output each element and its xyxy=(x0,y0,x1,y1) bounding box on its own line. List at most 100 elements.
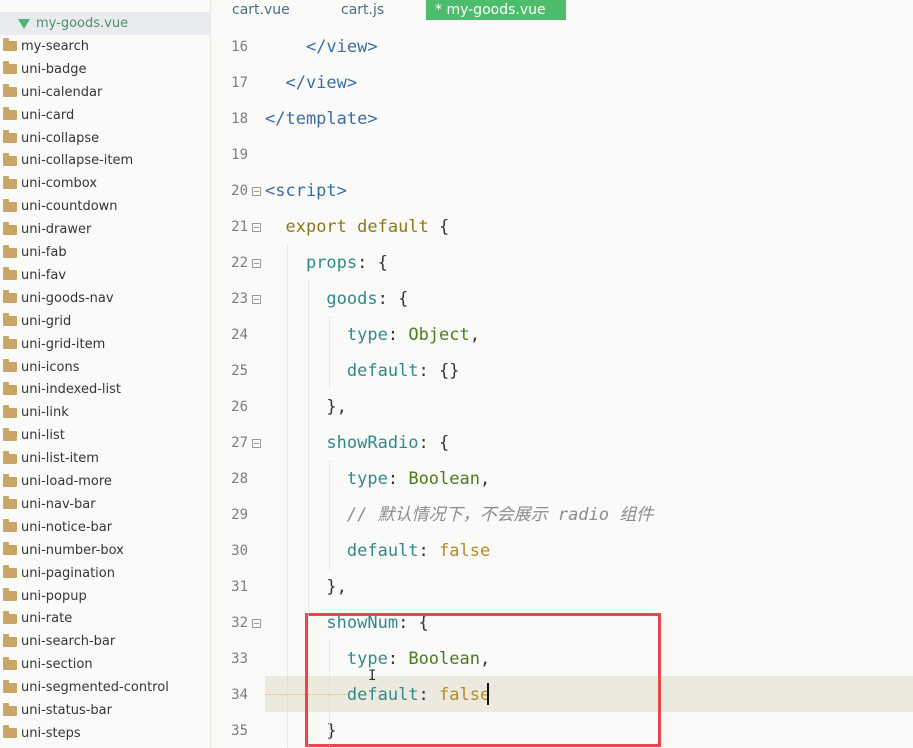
fold-toggle-icon[interactable] xyxy=(252,295,261,304)
folder-icon xyxy=(3,542,17,556)
sidebar-folder-item[interactable]: uni-badge xyxy=(0,58,210,81)
indent-guide xyxy=(308,281,310,748)
folder-icon xyxy=(3,610,17,624)
sidebar-folder-item[interactable]: uni-grid-item xyxy=(0,333,210,356)
folder-icon xyxy=(3,496,17,510)
code-line[interactable]: // 默认情况下，不会展示 radio 组件 xyxy=(265,497,653,533)
fold-toggle-icon[interactable] xyxy=(252,187,261,196)
sidebar-item-label: uni-fab xyxy=(21,245,67,260)
editor-tab[interactable]: cart.vue xyxy=(223,0,299,20)
sidebar-folder-item[interactable]: uni-load-more xyxy=(0,470,210,493)
sidebar-item-label: uni-segmented-control xyxy=(21,680,169,696)
code-line[interactable]: export default { xyxy=(265,209,449,245)
sidebar-folder-item[interactable]: uni-icons xyxy=(0,356,210,379)
sidebar-folder-item[interactable]: uni-fab xyxy=(0,241,210,264)
code-line[interactable]: default: false xyxy=(265,533,490,569)
folder-icon xyxy=(3,519,17,533)
sidebar-item-label: uni-icons xyxy=(21,359,80,375)
code-line[interactable]: }, xyxy=(265,569,346,605)
folder-icon xyxy=(3,679,17,693)
sidebar-folder-item[interactable]: uni-card xyxy=(0,104,210,127)
sidebar-folder-item[interactable]: uni-nav-bar xyxy=(0,493,210,516)
folder-icon xyxy=(3,404,17,418)
sidebar-item-label: uni-card xyxy=(21,107,75,123)
indent-guide xyxy=(287,245,289,748)
fold-toggle-icon[interactable] xyxy=(252,259,261,268)
sidebar-folder-item[interactable]: uni-number-box xyxy=(0,539,210,562)
code-token: export default xyxy=(285,217,429,237)
sidebar-folder-item[interactable]: uni-countdown xyxy=(0,195,210,218)
sidebar-file-item[interactable]: my-goods.vue xyxy=(0,12,210,35)
line-number: 20 xyxy=(231,183,248,199)
code-token: <script> xyxy=(265,181,347,201)
file-explorer: my-goods.vue my-search uni-badge uni-calend… xyxy=(0,0,211,748)
line-number: 24 xyxy=(231,327,248,343)
line-number: 16 xyxy=(231,39,248,55)
tab-bar: cart.vue cart.js * my-goods.vue xyxy=(211,0,913,21)
sidebar-item-label: uni-countdown xyxy=(21,199,118,215)
sidebar-folder-item[interactable]: uni-list xyxy=(0,424,210,447)
folder-icon xyxy=(3,175,17,189)
sidebar-folder-item[interactable]: my-search xyxy=(0,35,210,58)
code-line[interactable]: default: {} xyxy=(265,353,460,389)
sidebar-item-label: uni-list-item xyxy=(21,451,99,467)
editor-tab[interactable]: * my-goods.vue xyxy=(426,0,566,20)
sidebar-folder-item[interactable]: uni-goods-nav xyxy=(0,287,210,310)
code-line[interactable]: </view> xyxy=(265,29,378,65)
sidebar-folder-item[interactable]: uni-fav xyxy=(0,264,210,287)
code-token: type xyxy=(346,325,388,345)
line-number: 26 xyxy=(231,399,248,415)
code-token: : { xyxy=(418,433,450,453)
sidebar-item-label: uni-badge xyxy=(21,61,87,77)
code-line[interactable]: </template> xyxy=(265,101,378,137)
line-number: 28 xyxy=(231,471,248,487)
line-number: 19 xyxy=(231,147,248,163)
line-number: 30 xyxy=(231,543,248,559)
sidebar-folder-item[interactable]: uni-collapse-item xyxy=(0,149,210,172)
folder-icon xyxy=(3,107,17,121)
code-token: : {} xyxy=(418,361,460,381)
sidebar-folder-item[interactable]: uni-list-item xyxy=(0,447,210,470)
code-line[interactable]: }, xyxy=(265,389,346,425)
code-line[interactable]: props: { xyxy=(265,245,388,281)
sidebar-folder-item[interactable]: uni-indexed-list xyxy=(0,378,210,401)
sidebar-folder-item[interactable]: uni-collapse xyxy=(0,127,210,150)
code-editor[interactable]: 16 17 18 19 20 21 22 23 24 25 26 27 28 29 30 31 32 33 34 35… xyxy=(211,21,913,748)
fold-toggle-icon[interactable] xyxy=(252,439,261,448)
code-token: : { xyxy=(377,289,409,309)
code-line[interactable]: type: Boolean, xyxy=(265,461,490,497)
sidebar-folder-item[interactable]: uni-calendar xyxy=(0,81,210,104)
sidebar-folder-item[interactable]: uni-popup xyxy=(0,585,210,608)
code-token: Object xyxy=(408,325,470,345)
line-number: 35 xyxy=(231,723,248,739)
editor-tab[interactable]: cart.js xyxy=(332,0,393,20)
sidebar-folder-item[interactable]: uni-rate xyxy=(0,607,210,630)
sidebar-folder-item[interactable]: uni-segmented-control xyxy=(0,676,210,699)
folder-icon xyxy=(3,61,17,75)
sidebar-folder-item[interactable]: uni-search-bar xyxy=(0,630,210,653)
sidebar-item-label: uni-grid xyxy=(21,313,72,329)
code-token: : xyxy=(418,541,440,561)
code-line[interactable]: <script> xyxy=(265,173,347,209)
sidebar-folder-item[interactable]: uni-drawer xyxy=(0,218,210,241)
code-line[interactable]: showRadio: { xyxy=(265,425,449,461)
sidebar-folder-item[interactable]: uni-status-bar xyxy=(0,699,210,722)
sidebar-folder-item[interactable]: uni-steps xyxy=(0,722,210,745)
code-line[interactable]: type: Object, xyxy=(265,317,480,353)
sidebar-folder-item[interactable]: uni-grid xyxy=(0,310,210,333)
sidebar-folder-item[interactable]: uni-section xyxy=(0,653,210,676)
sidebar-item-label: uni-drawer xyxy=(21,222,92,238)
sidebar-folder-item[interactable]: uni-combox xyxy=(0,172,210,195)
sidebar-folder-item[interactable]: uni-notice-bar xyxy=(0,516,210,539)
fold-toggle-icon[interactable] xyxy=(252,619,261,628)
sidebar-folder-item[interactable]: uni-link xyxy=(0,401,210,424)
code-line[interactable]: </view> xyxy=(265,65,357,101)
sidebar-item-label: uni-popup xyxy=(21,588,87,604)
fold-toggle-icon[interactable] xyxy=(252,223,261,232)
sidebar-folder-item[interactable]: uni-pagination xyxy=(0,562,210,585)
